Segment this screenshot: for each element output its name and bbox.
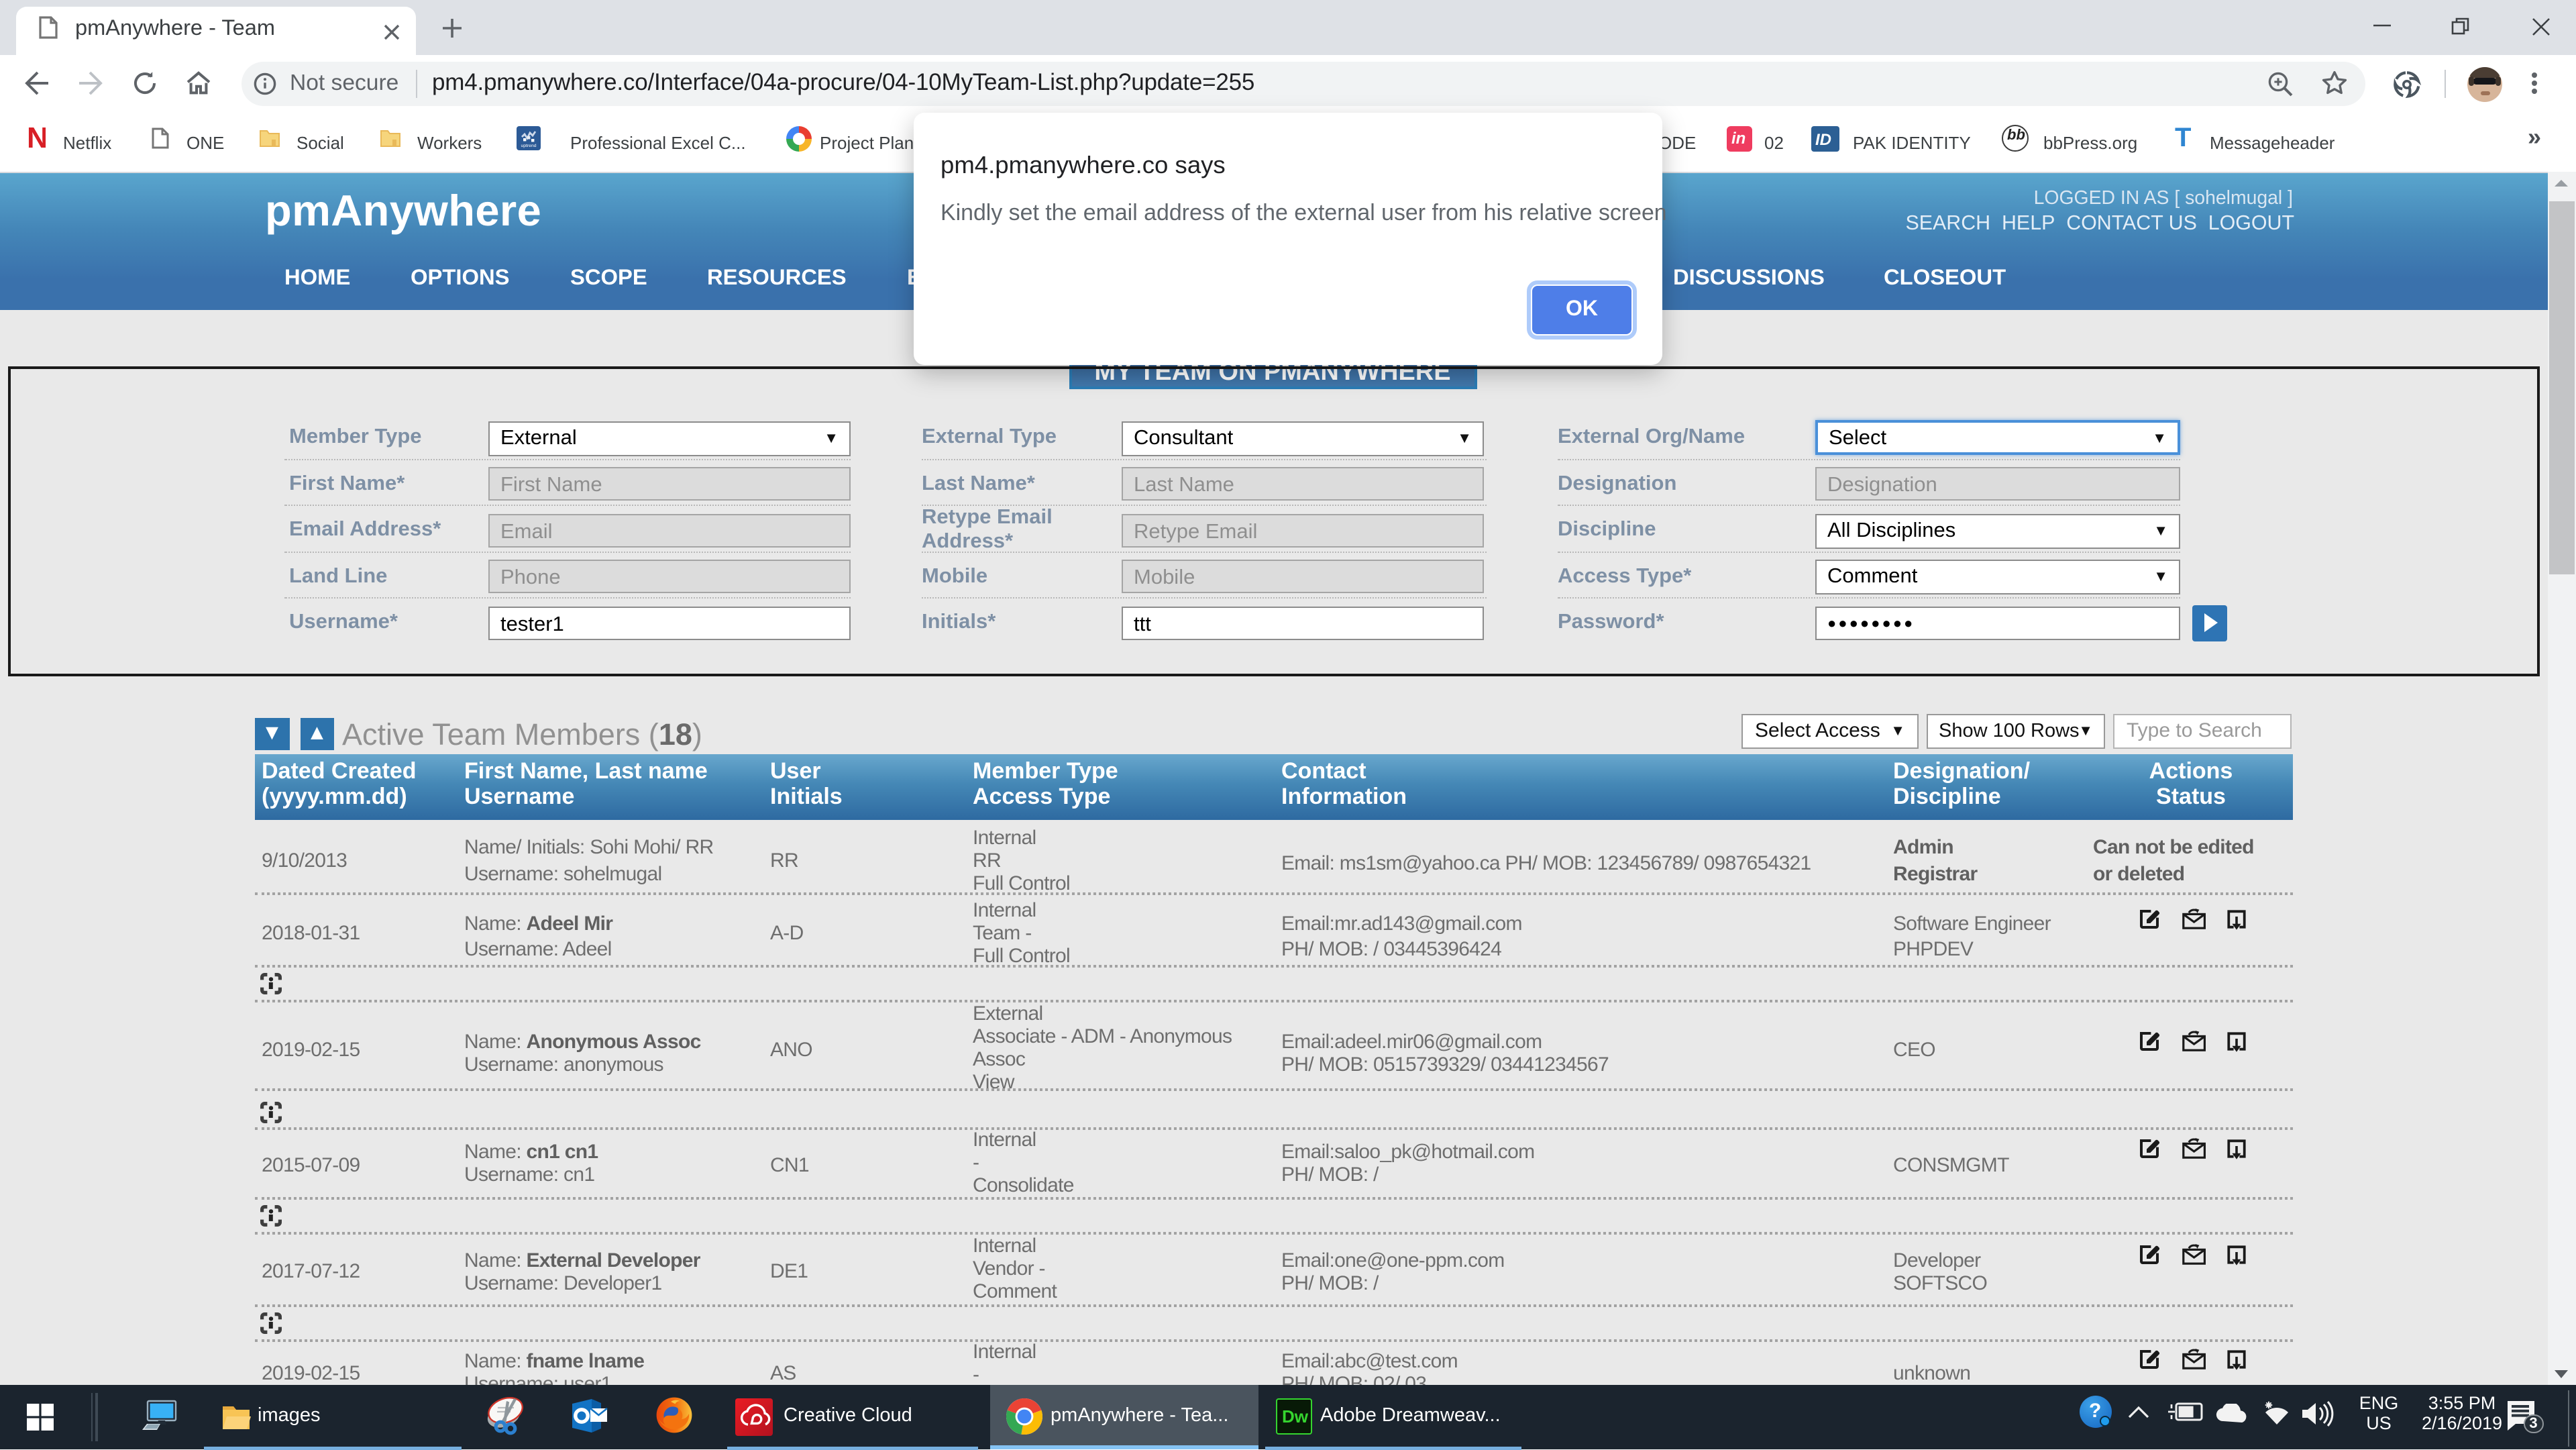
- svg-text:uptrend: uptrend: [521, 144, 536, 148]
